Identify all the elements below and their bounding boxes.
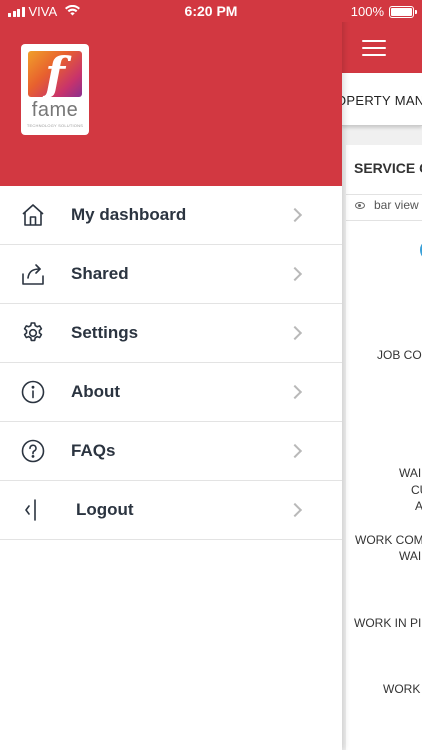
divider	[346, 194, 422, 195]
menu-label: About	[71, 382, 121, 401]
logo-tagline: TECHNOLOGY SOLUTIONS	[26, 123, 84, 128]
logo: f fame TECHNOLOGY SOLUTIONS	[21, 44, 89, 135]
info-icon	[20, 379, 46, 405]
status-bar: VIVA 6:20 PM 100%	[0, 0, 422, 22]
tab-bar: OPERTY MAN	[342, 73, 422, 126]
menu-label: Settings	[71, 323, 139, 342]
card-title: SERVICE C	[354, 160, 422, 176]
eye-icon	[355, 201, 365, 209]
bar-view-label: bar view	[374, 198, 419, 212]
menu-item-faqs[interactable]: FAQs	[0, 422, 342, 481]
menu-item-shared[interactable]: Shared	[0, 245, 342, 304]
chart-label-work-progress: WORK IN PI	[354, 616, 422, 630]
question-icon	[20, 438, 46, 464]
menu-item-logout[interactable]: Logout	[0, 481, 342, 540]
chart-label-waiting-3: A	[415, 499, 422, 513]
chevron-right-icon	[287, 502, 303, 518]
gear-icon	[20, 320, 46, 346]
chart-label-waiting-2: CU	[411, 483, 422, 497]
menu-item-settings[interactable]: Settings	[0, 304, 342, 363]
tab-property[interactable]: OPERTY MAN	[342, 93, 422, 108]
app-header	[342, 22, 422, 73]
chevron-right-icon	[287, 325, 303, 341]
menu-item-dashboard[interactable]: My dashboard	[0, 186, 342, 245]
logo-mark: f	[28, 51, 82, 97]
menu-icon[interactable]	[362, 40, 386, 56]
home-icon	[20, 202, 46, 228]
drawer-menu: My dashboard Shared Settings About FAQs …	[0, 186, 342, 540]
service-card: SERVICE C bar view JOB CO WAI CU A WORK …	[346, 145, 422, 750]
chart-label-work-complete-2: WAI	[399, 549, 422, 563]
divider	[346, 220, 422, 221]
chart-label-waiting: WAI	[399, 466, 422, 480]
menu-label: My dashboard	[71, 205, 187, 224]
navigation-drawer: f fame TECHNOLOGY SOLUTIONS My dashboard…	[0, 0, 342, 750]
chevron-right-icon	[287, 384, 303, 400]
chevron-right-icon	[287, 207, 303, 223]
menu-label: FAQs	[71, 441, 116, 460]
share-icon	[20, 261, 46, 287]
battery-percent: 100%	[350, 4, 384, 19]
logout-icon	[20, 497, 46, 523]
menu-label: Logout	[76, 500, 134, 519]
drawer-header: f fame TECHNOLOGY SOLUTIONS	[0, 0, 342, 186]
chevron-right-icon	[287, 266, 303, 282]
menu-item-about[interactable]: About	[0, 363, 342, 422]
chart-label-work: WORK	[383, 682, 421, 696]
bar-view-toggle[interactable]: bar view	[355, 198, 419, 212]
chevron-right-icon	[287, 443, 303, 459]
battery-icon	[389, 5, 417, 18]
chart-label-job: JOB CO	[377, 348, 422, 362]
chart-label-work-complete: WORK COM	[355, 533, 422, 547]
background-app: OPERTY MAN SERVICE C bar view JOB CO WAI…	[342, 0, 422, 750]
menu-label: Shared	[71, 264, 129, 283]
logo-name: fame	[31, 99, 79, 121]
